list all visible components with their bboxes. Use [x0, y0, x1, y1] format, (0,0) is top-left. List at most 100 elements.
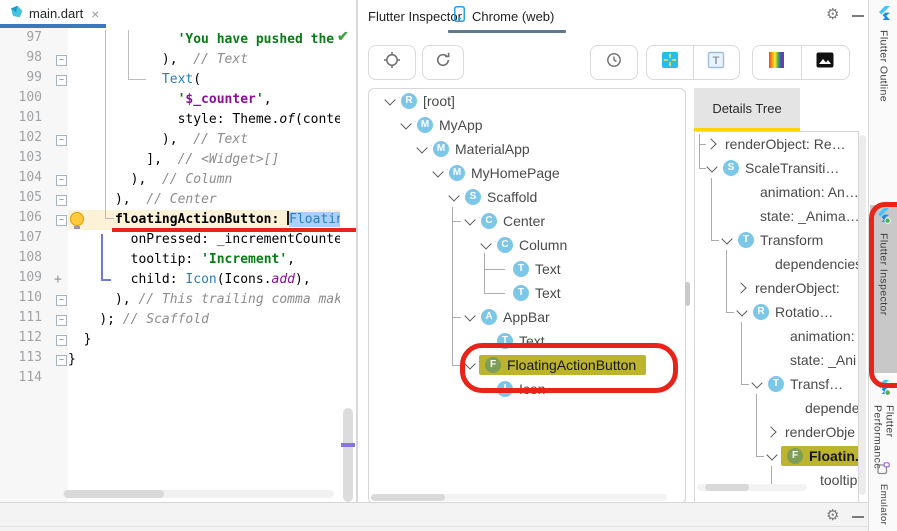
details-node-stateani[interactable]: state: _Ani… — [695, 348, 859, 372]
scrollbar-caret-mark — [341, 443, 355, 447]
code-line-text: style: Theme.of(context).te — [68, 110, 340, 130]
editor-tab-main-dart[interactable]: main.dart × — [0, 0, 109, 27]
expand-chevron-icon[interactable] — [463, 315, 477, 320]
code-line-text: 'You have pushed the button — [68, 30, 340, 50]
code-token: tooltip: — [131, 252, 201, 267]
refresh-tree-button[interactable] — [423, 46, 463, 79]
device-tab-label: Chrome (web) — [472, 9, 554, 24]
code-token — [68, 72, 162, 87]
node-label: MaterialApp — [455, 141, 530, 157]
details-node-renderobject[interactable]: renderObject: — [695, 276, 859, 300]
details-node-animationa[interactable]: animation: A — [695, 324, 859, 348]
code-editor[interactable]: 9798−99−100101102−103104−105−106−1071081… — [0, 28, 356, 502]
repaint-rainbow-button[interactable] — [753, 46, 801, 79]
details-node-floatin[interactable]: FFloatin.. — [695, 444, 859, 468]
code-line-text: } — [68, 330, 91, 350]
code-line: ), // This trailing comma makes aut — [0, 290, 340, 310]
tab-details-tree[interactable]: Details Tree — [694, 88, 800, 128]
code-area[interactable]: 'You have pushed the button ), // Text T… — [0, 28, 356, 502]
details-node-scaletransiti[interactable]: SScaleTransiti… — [695, 156, 859, 180]
widget-tree-node-myhomepage[interactable]: MMyHomePage — [369, 161, 686, 185]
node-label: tooltip: "I — [820, 472, 859, 488]
expand-chevron-icon[interactable] — [735, 284, 749, 292]
tool-tab-flutter-outline[interactable]: Flutter Outline — [869, 6, 897, 102]
bottom-settings-gear-icon[interactable]: ⚙ — [826, 506, 839, 524]
details-vertical-scrollbar[interactable] — [859, 135, 866, 495]
toolbar-group — [368, 45, 416, 80]
node-label: renderObje — [785, 424, 855, 440]
details-node-animationan[interactable]: animation: An… — [695, 180, 859, 204]
code-token: of — [279, 112, 295, 127]
class-badge: M — [449, 165, 465, 181]
details-node-transform[interactable]: TTransform — [695, 228, 859, 252]
widget-tree[interactable]: R[root]MMyAppMMaterialAppMMyHomePageSSca… — [368, 88, 686, 504]
expand-chevron-icon[interactable] — [720, 238, 734, 243]
widget-tree-node-myapp[interactable]: MMyApp — [369, 113, 686, 137]
details-horizontal-scrollbar[interactable] — [705, 484, 749, 491]
details-node-dependenc[interactable]: dependenc — [695, 396, 859, 420]
expand-chevron-icon[interactable] — [705, 166, 719, 171]
widget-tree-node-materialapp[interactable]: MMaterialApp — [369, 137, 686, 161]
widget-tree-horizontal-scrollbar[interactable] — [371, 494, 445, 501]
device-tab-chrome-web[interactable]: Chrome (web) — [454, 6, 554, 27]
code-token: } — [68, 352, 76, 367]
widget-tree-node-text[interactable]: TText — [369, 257, 686, 281]
bottom-bar-divider — [0, 526, 868, 527]
code-token: FloatingActio — [289, 212, 340, 227]
expand-chevron-icon[interactable] — [447, 195, 461, 200]
code-line-text: ), // Center — [68, 190, 217, 210]
slow-animations-button[interactable] — [591, 46, 637, 79]
expand-chevron-icon[interactable] — [765, 428, 779, 436]
select-widget-mode-button[interactable] — [369, 46, 415, 79]
widget-tree-vertical-scrollbar[interactable] — [685, 282, 690, 306]
expand-chevron-icon[interactable] — [705, 140, 719, 148]
editor-vertical-scrollbar[interactable] — [343, 408, 353, 502]
details-node-dependencies[interactable]: dependencies: — [695, 252, 859, 276]
node-label: Rotatio… — [775, 304, 833, 320]
details-node-renderobje[interactable]: renderObje — [695, 420, 859, 444]
tab-close-icon[interactable]: × — [91, 6, 99, 22]
expand-chevron-icon[interactable] — [431, 171, 445, 176]
inspector-minimize-icon[interactable] — [852, 15, 864, 17]
selected-node-highlight: FFloatin.. — [781, 446, 859, 466]
bottom-minimize-icon[interactable] — [852, 516, 864, 518]
tool-tab-flutter-performance[interactable]: Flutter Performance — [869, 380, 897, 471]
code-token: ( — [193, 72, 201, 87]
expand-chevron-icon[interactable] — [735, 310, 749, 315]
widget-tree-node-center[interactable]: CCenter — [369, 209, 686, 233]
widget-tree-node-scaffold[interactable]: SScaffold — [369, 185, 686, 209]
code-token: add — [272, 272, 295, 287]
widget-tree-node-root[interactable]: R[root] — [369, 89, 686, 113]
slow-animations-icon — [605, 51, 623, 74]
inspector-settings-gear-icon[interactable]: ⚙ — [826, 5, 839, 23]
repaint-rainbow-icon — [769, 52, 784, 73]
code-token: ); — [99, 312, 122, 327]
tool-tab-label: Emulator — [878, 484, 889, 525]
debug-paint-button[interactable] — [647, 46, 693, 79]
code-line: 'You have pushed the button — [0, 30, 340, 50]
code-token — [68, 172, 131, 187]
expand-chevron-icon[interactable] — [415, 147, 429, 152]
annotation-oval-floatingactionbutton — [460, 343, 678, 393]
details-node-stateanima[interactable]: state: _Anima… — [695, 204, 859, 228]
expand-chevron-icon[interactable] — [750, 382, 764, 387]
expand-chevron-icon[interactable] — [399, 123, 413, 128]
details-node-renderobjectre[interactable]: renderObject: Re… — [695, 132, 859, 156]
tool-tab-emulator[interactable]: Emulator — [869, 462, 897, 525]
intention-bulb-icon[interactable] — [70, 212, 84, 226]
show-baselines-button[interactable]: T — [693, 46, 740, 79]
widget-tree-node-column[interactable]: CColumn — [369, 233, 686, 257]
class-badge: C — [481, 213, 497, 229]
widget-tree-node-appbar[interactable]: AAppBar — [369, 305, 686, 329]
expand-chevron-icon[interactable] — [765, 454, 779, 459]
widget-tree-node-text[interactable]: TText — [369, 281, 686, 305]
expand-chevron-icon[interactable] — [383, 99, 397, 104]
details-node-rotatio[interactable]: RRotatio… — [695, 300, 859, 324]
editor-horizontal-scrollbar[interactable] — [64, 490, 164, 498]
highlight-oversized-images-button[interactable] — [801, 46, 850, 79]
expand-chevron-icon[interactable] — [463, 219, 477, 224]
expand-chevron-icon[interactable] — [479, 243, 493, 248]
details-node-transf[interactable]: TTransf… — [695, 372, 859, 396]
ide-window: main.dart × 9798−99−100101102−103104−105… — [0, 0, 897, 531]
details-tree[interactable]: renderObject: Re…SScaleTransiti…animatio… — [694, 131, 859, 504]
